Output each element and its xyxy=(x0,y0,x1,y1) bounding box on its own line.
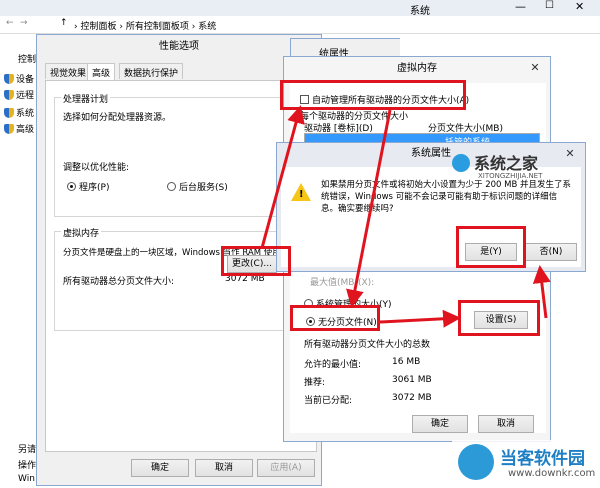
arrow-no-paging-to-set xyxy=(379,309,461,328)
arrow-change-to-auto xyxy=(260,105,305,249)
arrow-set-to-yes xyxy=(532,265,551,319)
annotation-arrows xyxy=(260,105,551,328)
arrow-auto-to-no-paging xyxy=(346,109,392,308)
